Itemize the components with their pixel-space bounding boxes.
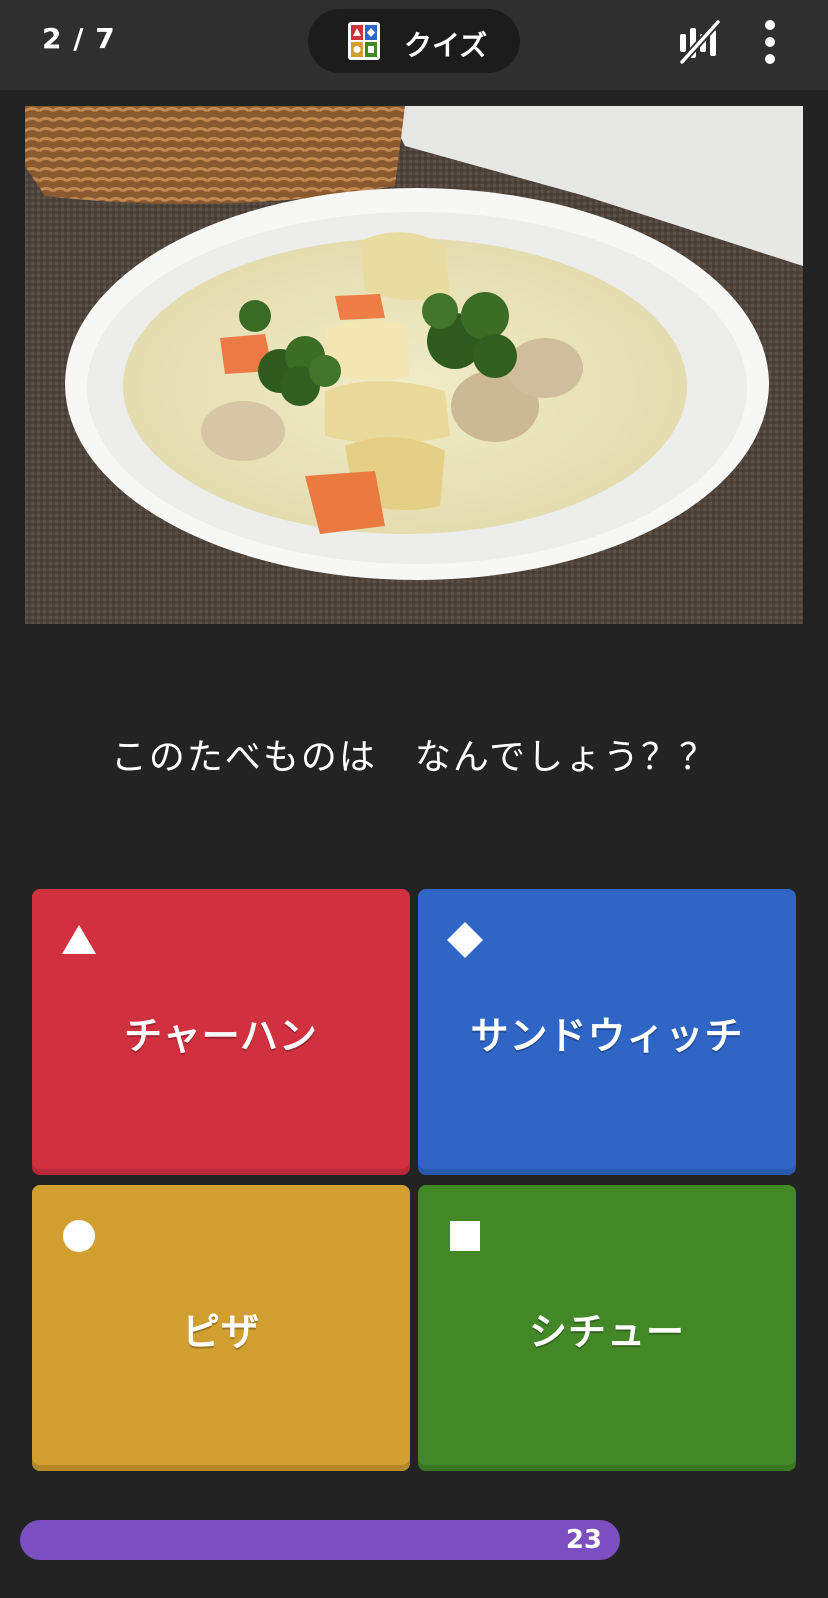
mode-label: クイズ <box>404 29 488 62</box>
answer-label: ピザ <box>181 1309 260 1354</box>
answer-label: チャーハン <box>124 1013 318 1058</box>
more-vert-icon[interactable] <box>760 20 780 64</box>
answer-triangle-button[interactable]: チャーハン <box>32 889 410 1175</box>
timer-value: 23 <box>565 1525 602 1555</box>
answer-label: シチュー <box>528 1309 685 1354</box>
question-text: このたべものは なんでしょう？？ <box>110 737 718 778</box>
question-image <box>25 106 803 624</box>
answer-square-button[interactable]: シチュー <box>418 1185 796 1471</box>
answer-circle-button[interactable]: ピザ <box>32 1185 410 1471</box>
cream-stew-photo <box>25 106 803 624</box>
answer-label: サンドウィッチ <box>470 1013 744 1058</box>
answer-diamond-button[interactable]: サンドウィッチ <box>418 889 796 1175</box>
timer-bar: 23 <box>20 1520 620 1560</box>
audio-off-icon[interactable] <box>678 20 722 64</box>
top-bar: 2 / 7 クイズ <box>0 0 828 90</box>
quiz-card-icon <box>348 22 380 60</box>
question-counter: 2 / 7 <box>42 22 116 55</box>
quiz-mode-pill: クイズ <box>308 9 520 73</box>
